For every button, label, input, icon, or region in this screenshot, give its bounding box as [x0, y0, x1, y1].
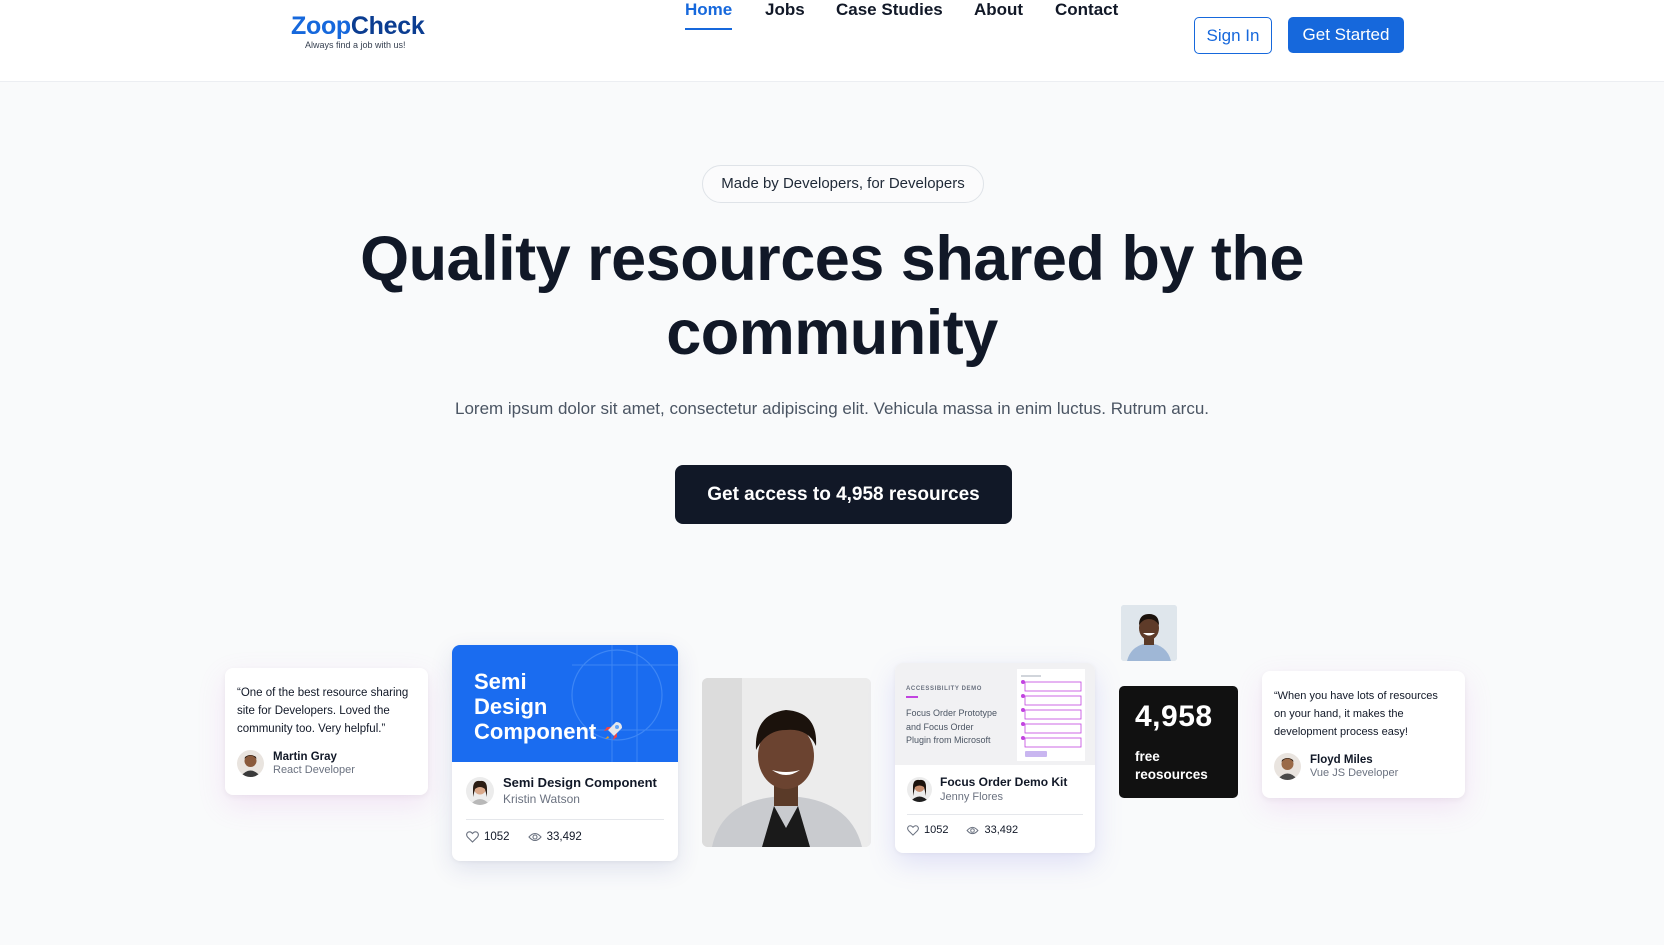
testimonial-role: React Developer	[273, 764, 355, 776]
avatar	[466, 776, 494, 805]
hero-title: Quality resources shared by the communit…	[232, 222, 1432, 370]
resource-count-label: free reosources	[1135, 749, 1208, 782]
resource-stats: 1052 33,492	[895, 815, 1095, 836]
avatar	[237, 750, 264, 777]
nav-home[interactable]: Home	[685, 0, 733, 30]
testimonial-author: Martin Gray React Developer	[237, 750, 416, 777]
hero-title-line-2: community	[666, 298, 998, 368]
resource-card[interactable]: Semi Design Component Semi Design Compon…	[452, 645, 678, 861]
views-count: 33,492	[984, 824, 1019, 836]
resource-author: Kristin Watson	[503, 792, 580, 806]
nav-about[interactable]: About	[974, 0, 1023, 20]
resource-title: Focus Order Demo Kit	[940, 775, 1068, 789]
resource-stats: 1052 33,492	[452, 820, 678, 843]
logo[interactable]: ZoopCheck Always find a job with us!	[291, 12, 425, 50]
resource-thumbnail: Semi Design Component	[452, 645, 678, 762]
testimonial-role: Vue JS Developer	[1310, 767, 1399, 779]
views-stat: 33,492	[527, 831, 582, 843]
likes-count: 1052	[484, 831, 510, 843]
thumbnail-title: Semi Design Component	[474, 669, 624, 744]
resource-author: Jenny Flores	[940, 791, 1003, 803]
resource-thumbnail: ACCESSIBILITY DEMO Focus Order Prototype…	[895, 663, 1095, 765]
thumbnail-description: Focus Order Prototype and Focus Order Pl…	[906, 708, 998, 745]
thumbnail-kicker: ACCESSIBILITY DEMO	[906, 686, 983, 692]
avatar	[907, 776, 932, 802]
hero-badge: Made by Developers, for Developers	[702, 165, 984, 203]
testimonial-name: Floyd Miles	[1310, 754, 1373, 766]
testimonial-card: “One of the best resource sharing site f…	[225, 668, 428, 795]
views-stat: 33,492	[966, 824, 1018, 836]
site-header: ZoopCheck Always find a job with us! Hom…	[0, 0, 1664, 82]
logo-wordmark: ZoopCheck	[291, 12, 425, 41]
eye-icon	[527, 832, 542, 842]
person-avatar-icon	[910, 779, 929, 802]
likes-stat[interactable]: 1052	[907, 824, 948, 836]
avatar	[1274, 753, 1301, 780]
testimonial-author: Floyd Miles Vue JS Developer	[1274, 753, 1453, 780]
person-avatar-icon	[1277, 758, 1298, 780]
hero-title-line-1: Quality resources shared by the	[360, 224, 1304, 294]
member-avatar-photo	[1121, 605, 1177, 661]
testimonial-name: Martin Gray	[273, 751, 337, 763]
logo-part-2: Check	[350, 12, 425, 40]
person-photo-image	[1121, 605, 1177, 661]
person-avatar-icon	[240, 755, 261, 777]
thumbnail-accent-line	[906, 696, 918, 698]
nav-case-studies[interactable]: Case Studies	[836, 0, 943, 20]
thumbnail-line-1: Semi	[474, 669, 527, 694]
testimonial-quote: “One of the best resource sharing site f…	[237, 687, 409, 735]
likes-count: 1052	[924, 824, 949, 836]
resource-title: Semi Design Component	[503, 775, 657, 790]
sign-in-button[interactable]: Sign In	[1194, 17, 1272, 54]
get-started-button[interactable]: Get Started	[1288, 17, 1404, 53]
testimonial-quote: “When you have lots of resources on your…	[1274, 690, 1438, 738]
person-photo-image	[702, 678, 871, 847]
form-mockup-image	[1017, 669, 1085, 761]
get-access-button[interactable]: Get access to 4,958 resources	[675, 465, 1012, 524]
testimonial-card: “When you have lots of resources on your…	[1262, 671, 1465, 798]
thumbnail-line-3: Component	[474, 719, 624, 744]
hero-subtitle: Lorem ipsum dolor sit amet, consectetur …	[455, 399, 1209, 418]
nav-jobs[interactable]: Jobs	[765, 0, 805, 20]
person-avatar-icon	[470, 780, 490, 805]
logo-part-1: Zoop	[291, 12, 351, 40]
member-photo	[702, 678, 871, 847]
likes-stat[interactable]: 1052	[466, 831, 510, 843]
nav-contact[interactable]: Contact	[1055, 0, 1118, 20]
resource-counter-card: 4,958 free reosources	[1119, 686, 1238, 798]
eye-icon	[966, 826, 980, 834]
heart-icon	[907, 824, 919, 836]
resource-card[interactable]: ACCESSIBILITY DEMO Focus Order Prototype…	[895, 663, 1095, 853]
logo-tagline: Always find a job with us!	[305, 40, 406, 50]
views-count: 33,492	[546, 831, 582, 843]
thumbnail-line-2: Design	[474, 694, 548, 719]
resource-count: 4,958	[1135, 700, 1213, 733]
rocket-icon	[604, 722, 623, 740]
heart-icon	[466, 831, 479, 843]
